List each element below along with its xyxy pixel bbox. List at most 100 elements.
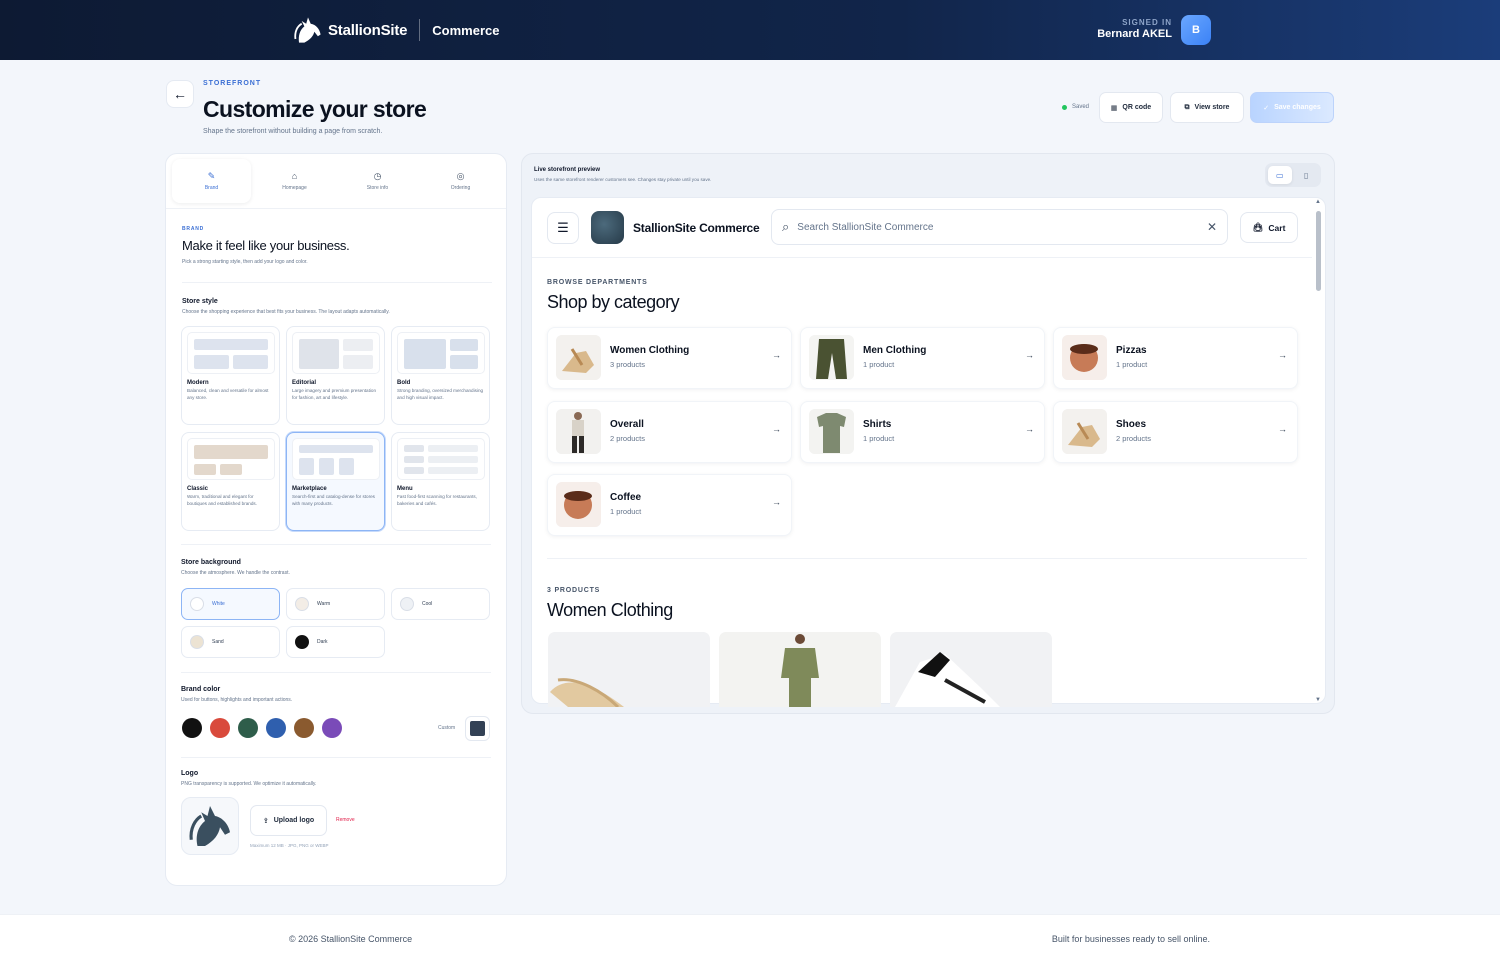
- product-card[interactable]: [719, 632, 881, 707]
- mobile-view-button[interactable]: ▯: [1295, 166, 1319, 184]
- horse-logo-icon: [189, 806, 230, 846]
- background-option-sand[interactable]: Sand: [181, 626, 280, 658]
- divider: [181, 672, 491, 673]
- category-card-men-clothing[interactable]: Men Clothing 1 product →: [800, 327, 1045, 389]
- category-card-shoes[interactable]: Shoes 2 products →: [1053, 401, 1298, 463]
- style-option-bold[interactable]: Bold Strong branding, oversized merchand…: [391, 326, 490, 425]
- color-option-black[interactable]: [182, 718, 202, 738]
- style-thumbnail: [292, 438, 380, 480]
- brand-name: StallionSite: [328, 21, 408, 39]
- style-option-menu[interactable]: Menu Fast food-first scanning for restau…: [391, 432, 490, 531]
- color-option-brown[interactable]: [294, 718, 314, 738]
- mobile-icon: ▯: [1304, 170, 1309, 180]
- cart-button[interactable]: 👜︎ Cart: [1240, 212, 1298, 243]
- category-image: [1062, 335, 1107, 380]
- style-thumbnail: [397, 438, 485, 480]
- scroll-thumb[interactable]: [1316, 211, 1321, 291]
- remove-logo-link[interactable]: Remove: [336, 817, 355, 823]
- category-image: [1062, 409, 1107, 454]
- arrow-right-icon: →: [772, 497, 781, 507]
- scroll-up-icon[interactable]: ▲: [1315, 199, 1321, 205]
- category-image: [809, 409, 854, 454]
- background-option-warm[interactable]: Warm: [286, 588, 385, 620]
- tab-homepage[interactable]: ⌂ Homepage: [255, 159, 334, 203]
- category-card-women-clothing[interactable]: Women Clothing 3 products →: [547, 327, 792, 389]
- store-logo[interactable]: [591, 211, 624, 244]
- tab-ordering[interactable]: ◎ Ordering: [421, 159, 500, 203]
- qr-code-button[interactable]: ▦ QR code: [1099, 92, 1163, 123]
- brand-section-header: BRAND Make it feel like your business. P…: [182, 226, 350, 265]
- style-option-classic[interactable]: Classic Warm, traditional and elegant fo…: [181, 432, 280, 531]
- category-image: [556, 409, 601, 454]
- arrow-right-icon: →: [1278, 424, 1287, 434]
- tab-store-info[interactable]: ◷ Store info: [338, 159, 417, 203]
- category-image: [809, 335, 854, 380]
- color-option-purple[interactable]: [322, 718, 342, 738]
- upload-logo-button[interactable]: ⇪ Upload logo: [250, 805, 327, 836]
- close-icon[interactable]: ✕: [1207, 220, 1217, 234]
- preview-scrollbar[interactable]: ▲ ▼: [1313, 199, 1323, 703]
- page-subtitle: Shape the storefront without building a …: [203, 128, 383, 135]
- swatch-cool: [400, 597, 414, 611]
- menu-button[interactable]: ☰: [547, 212, 579, 244]
- product-card[interactable]: [890, 632, 1052, 707]
- back-button[interactable]: ←: [166, 80, 194, 108]
- custom-color-picker[interactable]: [465, 716, 490, 741]
- view-store-button[interactable]: ⧉ View store: [1170, 92, 1244, 123]
- desktop-icon: ▭: [1275, 170, 1284, 180]
- product-card[interactable]: [548, 632, 710, 707]
- style-thumbnail: [397, 332, 485, 374]
- search-icon: ⌕: [782, 219, 790, 234]
- custom-color-swatch: [470, 721, 485, 736]
- check-icon: ✓: [1263, 104, 1270, 112]
- user-avatar[interactable]: B: [1181, 15, 1211, 45]
- style-option-marketplace[interactable]: Marketplace Search-first and catalog-den…: [286, 432, 385, 531]
- category-card-coffee[interactable]: Coffee 1 product →: [547, 474, 792, 536]
- color-option-red[interactable]: [210, 718, 230, 738]
- arrow-right-icon: →: [772, 424, 781, 434]
- horse-logo-icon: [294, 17, 321, 43]
- upload-icon: ⇪: [262, 817, 269, 825]
- divider: [182, 282, 492, 283]
- signed-in-label: SIGNED IN: [1122, 18, 1172, 27]
- custom-color-label: Custom: [438, 725, 456, 731]
- background-option-cool[interactable]: Cool: [391, 588, 490, 620]
- browse-title: Shop by category: [547, 292, 680, 312]
- footer-copyright: © 2026 StallionSite Commerce: [289, 934, 413, 944]
- page-eyebrow: STOREFRONT: [203, 80, 262, 87]
- category-card-shirts[interactable]: Shirts 1 product →: [800, 401, 1045, 463]
- scroll-down-icon[interactable]: ▼: [1315, 697, 1321, 703]
- arrow-right-icon: →: [1278, 350, 1287, 360]
- desktop-view-button[interactable]: ▭: [1268, 166, 1292, 184]
- external-link-icon: ⧉: [1184, 103, 1190, 111]
- category-image: [556, 335, 601, 380]
- tab-brand[interactable]: ✎ Brand: [172, 159, 251, 203]
- brand-color-header: Brand color Used for buttons, highlights…: [181, 686, 293, 703]
- footer-tagline: Built for businesses ready to sell onlin…: [1051, 934, 1210, 944]
- brand-divider: [419, 19, 421, 41]
- style-option-editorial[interactable]: Editorial Large imagery and premium pres…: [286, 326, 385, 425]
- color-option-blue[interactable]: [266, 718, 286, 738]
- category-card-overall[interactable]: Overall 2 products →: [547, 401, 792, 463]
- divider: [532, 257, 1312, 258]
- home-icon: ⌂: [291, 170, 298, 181]
- arrow-right-icon: →: [1025, 424, 1034, 434]
- product-image: [781, 634, 819, 707]
- background-option-white[interactable]: White: [181, 588, 280, 620]
- swatch-warm: [295, 597, 309, 611]
- bag-icon: 👜︎: [1252, 222, 1264, 232]
- category-card-pizzas[interactable]: Pizzas 1 product →: [1053, 327, 1298, 389]
- background-option-dark[interactable]: Dark: [286, 626, 385, 658]
- store-name[interactable]: StallionSite Commerce: [633, 221, 760, 235]
- save-changes-button[interactable]: ✓ Save changes: [1250, 92, 1334, 123]
- brand-subtitle: Commerce: [432, 22, 500, 38]
- brand-logo-link[interactable]: StallionSite Commerce: [290, 12, 499, 48]
- swatch-dark: [295, 635, 309, 649]
- style-thumbnail: [292, 332, 380, 374]
- arrow-left-icon: ←: [173, 86, 187, 102]
- search-input[interactable]: [797, 221, 1207, 233]
- saved-dot-icon: [1062, 104, 1067, 110]
- store-search: ⌕ ✕: [771, 209, 1228, 245]
- style-option-modern[interactable]: Modern Balanced, clean and versatile for…: [181, 326, 280, 425]
- color-option-green[interactable]: [238, 718, 258, 738]
